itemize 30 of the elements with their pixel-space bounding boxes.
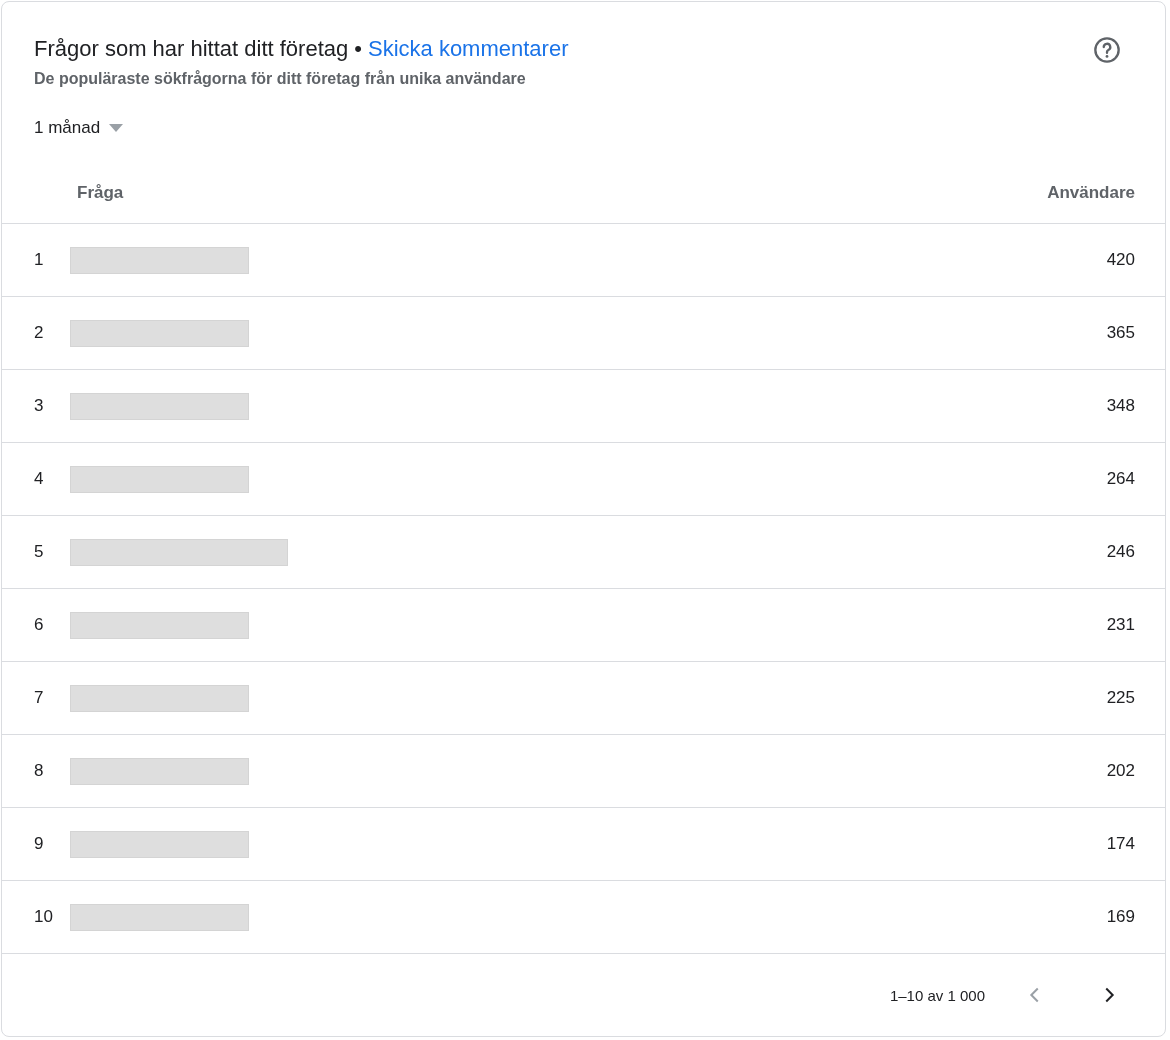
user-count: 169 — [1106, 907, 1135, 927]
separator-dot: • — [354, 36, 362, 61]
caret-icon — [108, 123, 125, 133]
user-count: 246 — [1106, 542, 1135, 562]
rank-number: 2 — [34, 323, 45, 343]
rank-number: 7 — [34, 688, 45, 708]
rank-number: 10 — [34, 907, 54, 927]
user-count: 348 — [1106, 396, 1135, 416]
rank-number: 9 — [34, 834, 45, 854]
page-range: 1–10 av 1 000 — [889, 986, 985, 1004]
user-count: 231 — [1106, 615, 1135, 635]
rank-number: 8 — [34, 761, 45, 781]
rank-number: 4 — [34, 469, 45, 489]
user-count: 202 — [1106, 761, 1135, 781]
user-count: 225 — [1106, 688, 1135, 708]
user-count: 174 — [1106, 834, 1135, 854]
user-count: 365 — [1106, 323, 1135, 343]
rank-number: 6 — [34, 615, 45, 635]
help-icon[interactable] — [1093, 36, 1121, 64]
rank-number: 1 — [34, 250, 45, 270]
rank-number: 5 — [34, 542, 45, 562]
feedback-link[interactable]: Skicka kommentarer — [367, 36, 569, 61]
period-dropdown[interactable]: 1 månad — [34, 118, 125, 138]
user-count: 420 — [1106, 250, 1135, 270]
column-header: Fråga — [77, 183, 124, 203]
card-title: Frågor som har hittat ditt företag — [34, 36, 349, 61]
column-header: Användare — [1047, 183, 1135, 203]
card-subtitle: De populäraste sökfrågorna för ditt företag från unika användare — [34, 70, 527, 88]
rank-number: 3 — [34, 396, 45, 416]
user-count: 264 — [1106, 469, 1135, 489]
